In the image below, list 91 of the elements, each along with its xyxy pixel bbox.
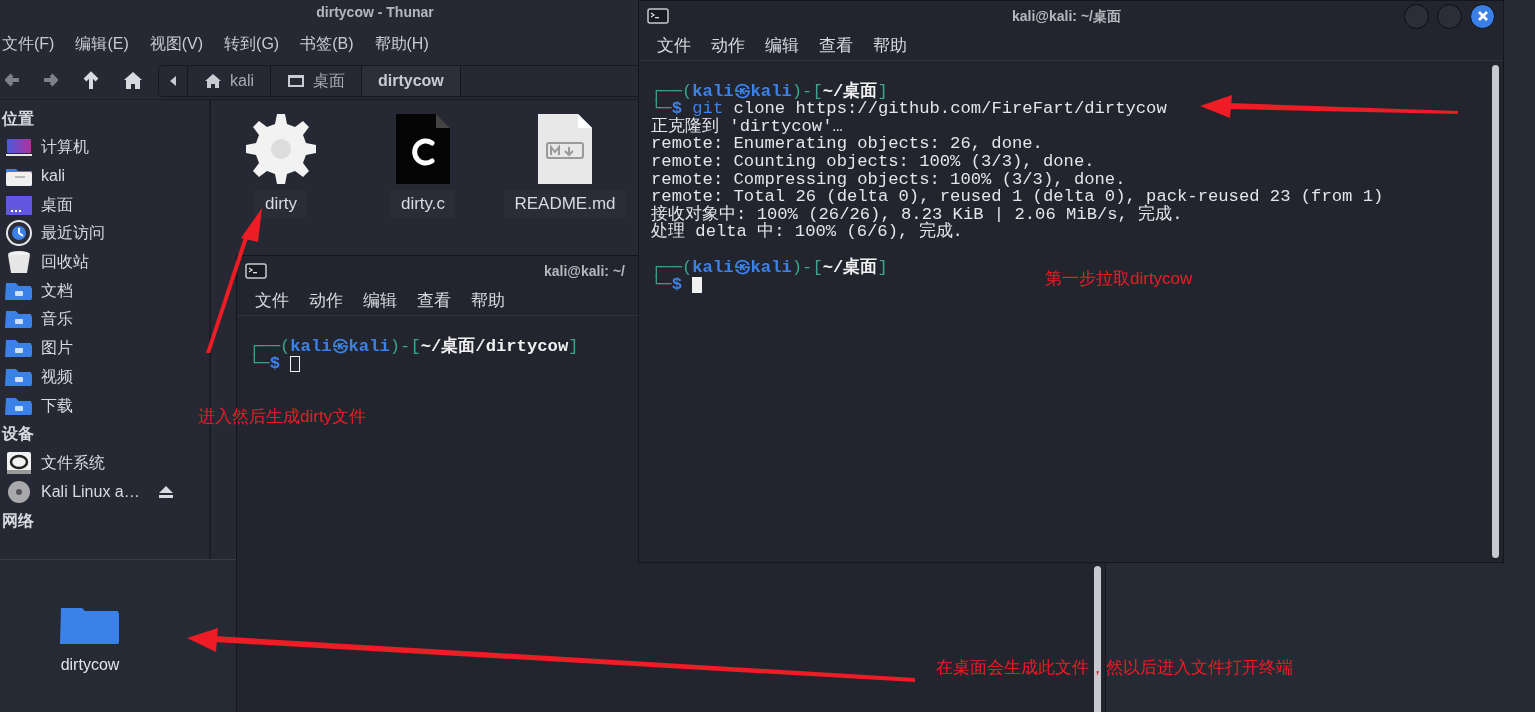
prompt-sign: $ (671, 276, 682, 294)
menu-item[interactable]: 帮助 (471, 287, 505, 314)
document-icon (394, 112, 452, 186)
terminal-output: 正克隆到 'dirtycow'… (651, 117, 844, 136)
prompt-user: kali㉿kali (290, 337, 390, 356)
sidebar-item[interactable]: 音乐 (0, 305, 209, 334)
desktop-icon-label[interactable]: dirtycow (60, 653, 120, 677)
annotation-text: 第一步拉取dirtycow (1045, 268, 1193, 290)
menu-item[interactable]: 文件(F) (2, 31, 55, 56)
menu-item[interactable]: 视图(V) (149, 31, 204, 56)
sidebar-item[interactable]: 图片 (0, 333, 209, 363)
trash-icon (5, 250, 33, 275)
prompt-frame: ] (877, 82, 888, 101)
home-icon[interactable] (124, 71, 142, 90)
home-icon (204, 72, 222, 89)
window-title: kali@kali: ~/桌面 (1012, 6, 1121, 26)
menu-item[interactable]: 书签(B) (300, 31, 354, 56)
path-button[interactable]: kali (188, 65, 271, 96)
folder-icon (5, 308, 33, 331)
close-icon (1476, 10, 1489, 22)
terminal-output: 处理 delta 中: 100% (6/6), 完成. (651, 223, 964, 241)
file-name[interactable]: dirty (254, 190, 308, 218)
prompt-sign: $ (269, 355, 280, 373)
prompt-frame: )-[ (791, 82, 823, 101)
close-button[interactable] (1470, 3, 1495, 29)
sidebar-item[interactable]: 回收站 (0, 247, 209, 277)
document-icon (536, 112, 594, 186)
prompt-frame: )-[ (791, 258, 823, 277)
prompt-frame: )-[ (389, 337, 421, 356)
terminal-output: remote: Enumerating objects: 26, done. (651, 135, 1044, 153)
file-name[interactable]: dirty.c (390, 190, 456, 218)
menu-item[interactable]: 文件 (657, 32, 691, 59)
menu-item[interactable]: 编辑 (363, 287, 397, 314)
window-title: kali@kali: ~/ (544, 261, 625, 281)
up-icon[interactable] (82, 71, 100, 90)
prompt-user: kali㉿kali (692, 82, 792, 101)
sidebar-item[interactable]: 桌面 (0, 190, 209, 220)
command-args: clone https://github.com/FireFart/dirtycow (733, 100, 1167, 118)
desktop-icon (5, 193, 33, 216)
caret-icon (169, 74, 177, 87)
prompt-sign: $ (671, 100, 682, 118)
menu-item[interactable]: 文件 (255, 287, 289, 314)
window-title: dirtycow - Thunar (316, 3, 434, 22)
prompt-frame: └─ (651, 276, 672, 294)
computer-icon (5, 136, 33, 159)
terminal-output: remote: Compressing objects: 100% (3/3), done. (651, 170, 1127, 189)
sidebar-item[interactable]: Kali Linux a… (0, 477, 209, 507)
terminal-icon (647, 8, 669, 24)
section-heading: 设备 (0, 424, 35, 445)
prompt-frame: └─ (651, 100, 672, 118)
menu-item[interactable]: 动作 (309, 287, 343, 314)
sidebar-item[interactable]: 文件系统 (0, 448, 209, 478)
clock-icon (5, 220, 33, 247)
scrollbar-thumb[interactable] (1094, 566, 1101, 712)
disc-icon (5, 479, 33, 504)
menu-item[interactable]: 查看 (819, 32, 853, 59)
sidebar-item[interactable]: 文档 (0, 276, 209, 306)
prompt-path: ~/桌面 (822, 82, 878, 101)
scrollbar-thumb[interactable] (1492, 65, 1499, 558)
menu-item[interactable]: 帮助(H) (374, 31, 429, 56)
sidebar-item[interactable]: 最近访问 (0, 219, 209, 248)
menu-item[interactable]: 编辑 (765, 32, 799, 59)
menu-item[interactable]: 动作 (711, 32, 745, 59)
folder-icon (5, 337, 33, 360)
sidebar-item[interactable]: 视频 (0, 362, 209, 392)
prompt-user: kali㉿kali (692, 258, 792, 277)
annotation-text: 在桌面会生成此文件，然以后进入文件打开终端 (936, 657, 1293, 679)
terminal-output: remote: Counting objects: 100% (3/3), done. (651, 152, 1096, 171)
eject-icon[interactable] (157, 484, 174, 499)
section-heading: 位置 (0, 108, 35, 129)
annotation-text: 进入然后生成dirty文件 (198, 406, 367, 428)
menu-item[interactable]: 帮助 (873, 32, 907, 59)
folder-icon[interactable] (60, 605, 120, 647)
menu-item[interactable]: 转到(G) (224, 31, 280, 56)
path-button[interactable]: dirtycow (362, 65, 461, 96)
prompt-frame: └─ (249, 355, 270, 373)
menu-item[interactable]: 查看 (417, 287, 451, 314)
sidebar-item[interactable]: kali (0, 161, 209, 191)
prompt-frame: ] (568, 337, 579, 356)
prompt-frame: ] (877, 258, 888, 277)
prompt-path: ~/桌面 (822, 258, 878, 277)
command-name: git (692, 100, 724, 118)
menu-item[interactable]: 编辑(E) (75, 31, 129, 56)
terminal-icon (245, 263, 267, 279)
gear-icon (244, 112, 318, 186)
desktop-icon (287, 72, 305, 89)
drive-icon (5, 451, 33, 476)
file-name[interactable]: README.md (504, 190, 626, 218)
prompt-path: ~/桌面/dirtycow (420, 337, 569, 356)
section-heading: 网络 (1, 510, 35, 531)
sidebar-item[interactable]: 计算机 (0, 133, 209, 162)
